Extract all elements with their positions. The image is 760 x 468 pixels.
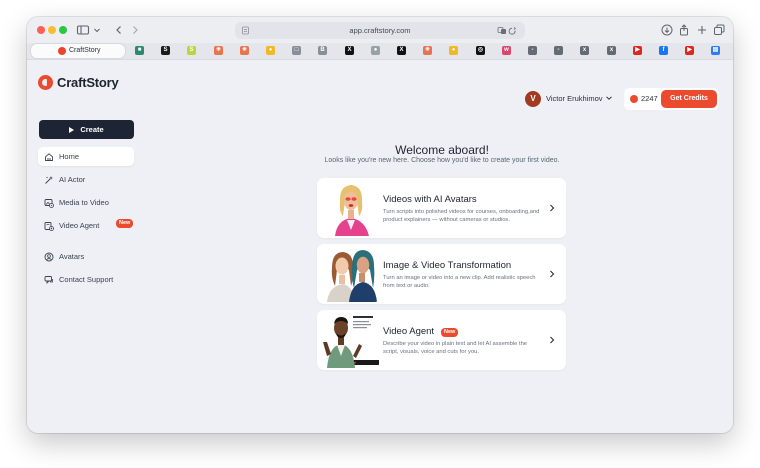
chat-icon — [44, 275, 54, 285]
card-title: Image & Video Transformation — [383, 260, 512, 271]
video-agent-icon — [44, 221, 54, 231]
sidebar-item-contact-support[interactable]: Contact Support — [38, 270, 134, 289]
bulb-tab-icon[interactable]: ● — [449, 46, 458, 55]
app-content: CraftStory Create Home AI Actor Media to… — [27, 60, 733, 433]
docs-tab-icon[interactable]: ▤ — [711, 46, 720, 55]
b-tab-icon[interactable]: B — [318, 46, 327, 55]
two-women-image — [323, 246, 379, 302]
avatar: V — [525, 91, 541, 107]
card-description: Turn scripts into polished videos for co… — [383, 209, 540, 223]
sidebar-item-avatars[interactable]: Avatars — [38, 247, 134, 266]
image-video-icon — [44, 198, 54, 208]
new-tab-plus-icon[interactable] — [695, 23, 709, 37]
card-videos-with-ai-avatars[interactable]: Videos with AI Avatars Turn scripts into… — [317, 178, 566, 238]
chevron-down-icon — [606, 96, 612, 100]
card-title: Video Agent — [383, 326, 435, 337]
x-tab-icon[interactable]: X — [397, 46, 406, 55]
x-tab-icon[interactable]: X — [345, 46, 354, 55]
x-small-tab-icon[interactable]: x — [607, 46, 616, 55]
sidebar-item-ai-actor[interactable]: AI Actor — [38, 170, 134, 189]
card-title: Videos with AI Avatars — [383, 194, 477, 205]
facebook-tab-icon[interactable]: f — [659, 46, 668, 55]
get-credits-button[interactable]: Get Credits — [661, 90, 717, 108]
openai-tab-icon[interactable]: ◎ — [476, 46, 485, 55]
asterisk-tab-icon[interactable]: ✳ — [214, 46, 223, 55]
sidebar-item-media-to-video[interactable]: Media to Video — [38, 193, 134, 212]
sidebar-item-home[interactable]: Home — [38, 147, 134, 166]
dash-tab-icon[interactable]: - — [528, 46, 537, 55]
user-circle-icon — [44, 252, 54, 262]
title-bar: app.craftstory.com — [27, 17, 733, 43]
create-button[interactable]: Create — [39, 120, 134, 139]
page-settings-icon[interactable] — [241, 26, 250, 35]
browser-window: app.craftstory.com CraftStory ■ S S ✳ ✳ ● □ B X ●… — [27, 17, 733, 433]
chevron-down-icon[interactable] — [90, 23, 104, 37]
address-bar[interactable]: app.craftstory.com — [235, 22, 525, 39]
app-tab-icon[interactable]: ■ — [135, 46, 144, 55]
youtube-tab-icon[interactable]: ▶ — [685, 46, 694, 55]
ai-avatar-woman-image — [323, 180, 379, 236]
square-tab-icon[interactable]: □ — [292, 46, 301, 55]
tab-craftstory[interactable]: CraftStory — [31, 44, 125, 58]
new-badge: New — [116, 219, 134, 228]
user-name: Victor Erukhimov — [546, 94, 603, 103]
credits-coin-icon — [630, 95, 638, 103]
zoom-window-button[interactable] — [59, 26, 67, 34]
dash-tab-icon[interactable]: - — [554, 46, 563, 55]
credits-count: 2247 — [641, 94, 658, 103]
home-icon — [44, 152, 54, 162]
new-badge: New — [441, 328, 459, 337]
chevron-right-icon — [548, 269, 556, 279]
play-icon — [69, 126, 75, 133]
card-image-video-transformation[interactable]: Image & Video Transformation Turn an ima… — [317, 244, 566, 304]
share-icon[interactable] — [677, 23, 691, 37]
sidebar-toggle-icon[interactable] — [76, 23, 90, 37]
w-tab-icon[interactable]: w — [502, 46, 511, 55]
card-description: Describe your video in plain text and le… — [383, 341, 528, 355]
close-window-button[interactable] — [37, 26, 45, 34]
download-icon[interactable] — [660, 23, 674, 37]
card-video-agent[interactable]: Video Agent New Describe your video in p… — [317, 310, 566, 370]
asterisk-tab-icon[interactable]: ✳ — [240, 46, 249, 55]
youtube-tab-icon[interactable]: ▶ — [633, 46, 642, 55]
tab-overview-icon[interactable] — [712, 23, 726, 37]
url-text: app.craftstory.com — [349, 26, 411, 35]
card-description: Turn an image or video into a new clip. … — [383, 275, 536, 289]
craftstory-icon — [58, 47, 66, 55]
sidebar-item-video-agent[interactable]: Video Agent New — [38, 216, 134, 235]
craftstory-logo-icon — [38, 75, 53, 90]
chevron-right-icon — [548, 203, 556, 213]
page-subtitle: Looks like you're new here. Choose how y… — [324, 157, 560, 164]
sp-tab-icon[interactable]: S — [187, 46, 196, 55]
page-title: Welcome aboard! — [395, 143, 489, 157]
translate-reload-icon[interactable] — [497, 26, 519, 35]
bulb-tab-icon[interactable]: ● — [266, 46, 275, 55]
s-tab-icon[interactable]: S — [161, 46, 170, 55]
tab-bar: CraftStory ■ S S ✳ ✳ ● □ B X ● X ✳ ● ◎ w - - x x ▶ f ▶ ▤ — [27, 43, 733, 60]
back-arrow-icon[interactable] — [112, 23, 126, 37]
sparkle-wand-icon — [44, 175, 54, 185]
asterisk-tab-icon[interactable]: ✳ — [423, 46, 432, 55]
forward-arrow-icon[interactable] — [128, 23, 142, 37]
video-agent-man-image — [323, 312, 379, 368]
x-small-tab-icon[interactable]: x — [580, 46, 589, 55]
globe-tab-icon[interactable]: ● — [371, 46, 380, 55]
minimize-window-button[interactable] — [48, 26, 56, 34]
credits-panel: 2247 Get Credits — [624, 88, 719, 110]
chevron-right-icon — [548, 335, 556, 345]
